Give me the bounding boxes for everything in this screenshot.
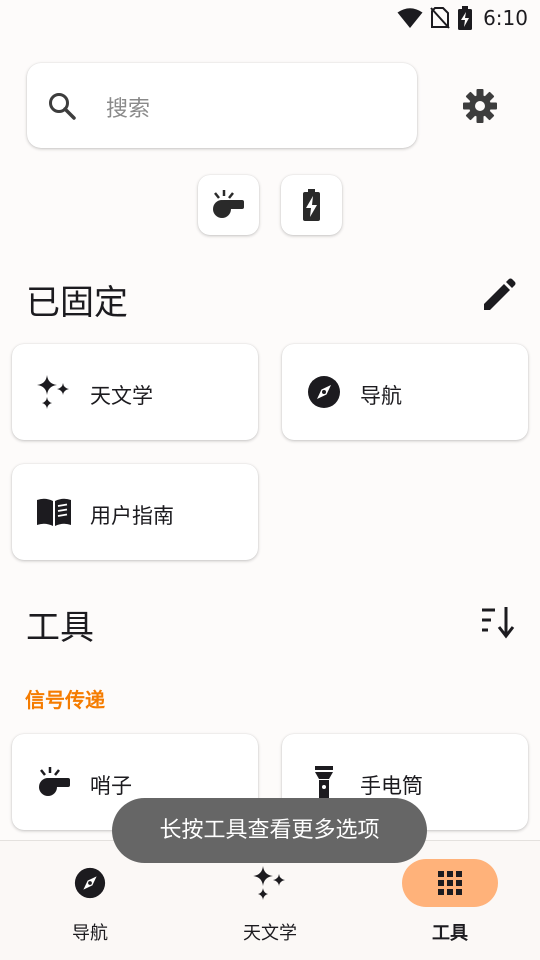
pinned-card-navigation[interactable]: 导航 [282, 344, 528, 440]
tool-card-label: 手电筒 [360, 774, 423, 798]
quick-whistle-button[interactable] [198, 175, 259, 235]
battery-charging-icon [303, 189, 320, 221]
grid-icon [438, 871, 462, 895]
pinned-card-label: 导航 [360, 384, 402, 408]
pinned-card-user-guide[interactable]: 用户指南 [12, 464, 258, 560]
sparkles-icon [37, 375, 69, 409]
nav-active-indicator [402, 859, 498, 907]
gear-icon[interactable] [460, 86, 500, 126]
pinned-card-astronomy[interactable]: 天文学 [12, 344, 258, 440]
toast-message: 长按工具查看更多选项 [112, 798, 427, 863]
nav-label: 工具 [432, 923, 468, 944]
search-icon [49, 93, 76, 120]
wifi-icon [397, 8, 423, 28]
nav-label: 导航 [72, 923, 108, 944]
quick-battery-button[interactable] [281, 175, 342, 235]
pinned-card-label: 天文学 [90, 384, 153, 408]
tool-card-label: 哨子 [90, 774, 132, 798]
tools-category-signaling: 信号传递 [25, 688, 105, 712]
battery-charging-icon [458, 6, 473, 30]
compass-icon [308, 376, 340, 408]
compass-icon [74, 867, 106, 899]
no-sim-icon [430, 7, 450, 29]
flashlight-icon [315, 766, 333, 799]
sparkles-icon [253, 866, 285, 900]
status-time: 6:10 [483, 6, 528, 30]
nav-label: 天文学 [243, 923, 297, 944]
book-icon [37, 498, 71, 526]
search-input[interactable]: 搜索 [27, 63, 417, 148]
whistle-icon [213, 190, 244, 218]
pinned-title: 已固定 [26, 283, 128, 323]
pinned-card-label: 用户指南 [90, 504, 174, 528]
edit-icon[interactable] [478, 276, 518, 316]
status-bar: 6:10 [0, 0, 540, 36]
whistle-icon [39, 767, 70, 796]
sort-icon[interactable] [480, 602, 520, 642]
search-placeholder: 搜索 [106, 97, 151, 122]
tools-title: 工具 [26, 608, 94, 648]
